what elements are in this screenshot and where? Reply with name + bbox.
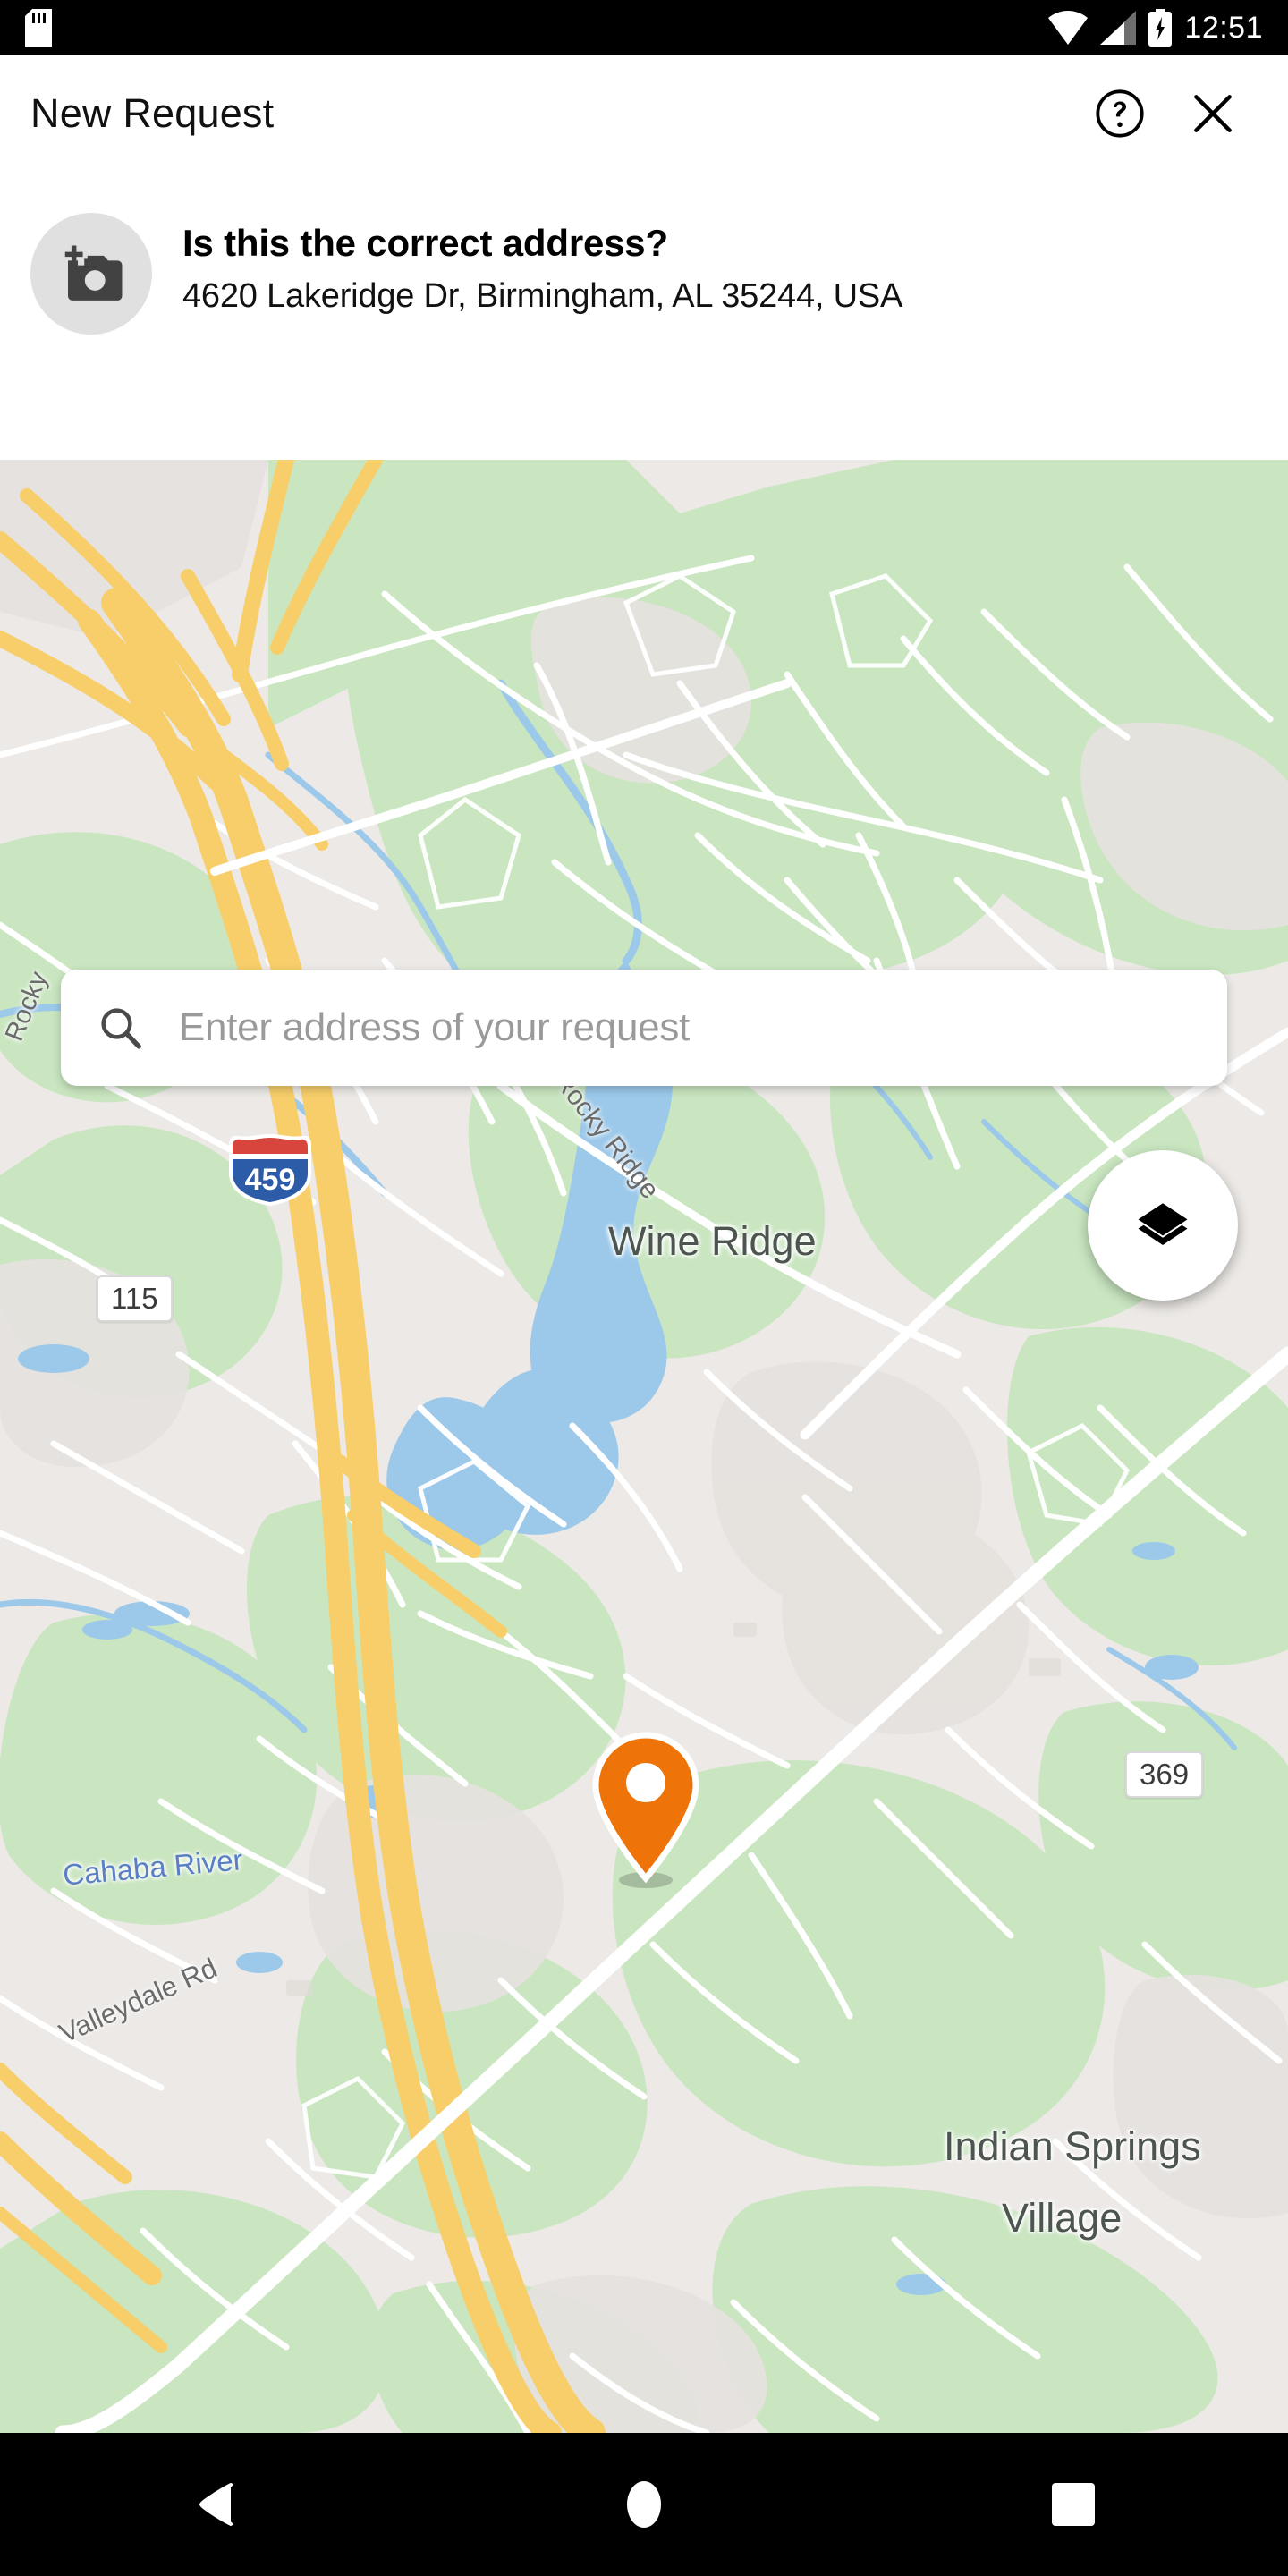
app-bar-actions	[1091, 85, 1258, 142]
app-bar: New Request	[0, 55, 1288, 172]
route-shield-115: 115	[97, 1275, 173, 1322]
nav-recents-button[interactable]	[993, 2433, 1154, 2576]
address-confirmation-header: Is this the correct address? 4620 Lakeri…	[0, 172, 1288, 460]
map-view[interactable]: Wine Ridge Indian Springs Village Cahaba…	[0, 460, 1288, 2433]
route-shield-interstate-459: 459	[225, 1132, 315, 1208]
interstate-459-text: 459	[245, 1163, 296, 1197]
recents-square-icon	[1050, 2481, 1097, 2528]
map-layers-button[interactable]	[1088, 1150, 1238, 1301]
battery-charging-icon	[1148, 9, 1173, 47]
nav-back-button[interactable]	[134, 2433, 295, 2576]
page-title: New Request	[30, 90, 275, 136]
status-bar-right-icons: 12:51	[1048, 9, 1263, 47]
status-bar-left-icons	[25, 9, 52, 47]
map-pin-marker[interactable]	[588, 1730, 704, 1891]
map-layers-icon	[1133, 1196, 1192, 1255]
address-value: 4620 Lakeridge Dr, Birmingham, AL 35244,…	[182, 277, 903, 316]
close-icon	[1188, 89, 1238, 139]
search-input[interactable]: Enter address of your request	[179, 1005, 690, 1050]
close-button[interactable]	[1184, 85, 1241, 142]
home-circle-icon	[620, 2479, 668, 2530]
add-photo-button[interactable]	[30, 213, 152, 335]
search-icon	[97, 1004, 145, 1052]
address-text-block: Is this the correct address? 4620 Lakeri…	[182, 213, 902, 317]
map-label-wine-ridge: Wine Ridge	[608, 1218, 817, 1264]
status-bar: 12:51	[0, 0, 1288, 55]
help-circle-icon	[1094, 88, 1146, 140]
map-label-village: Village	[1002, 2195, 1123, 2241]
cell-signal-icon	[1100, 11, 1137, 45]
android-navigation-bar	[0, 2433, 1288, 2576]
app-screen: 12:51 New Request Is this the correct ad…	[0, 0, 1288, 2576]
route-shield-369: 369	[1125, 1751, 1204, 1798]
add-a-photo-icon	[56, 239, 126, 309]
sd-card-icon	[25, 9, 52, 47]
map-label-indian-springs: Indian Springs	[944, 2123, 1201, 2169]
address-question: Is this the correct address?	[182, 222, 668, 264]
help-button[interactable]	[1091, 85, 1148, 142]
back-triangle-icon	[191, 2479, 238, 2529]
search-bar[interactable]: Enter address of your request	[61, 970, 1227, 1086]
nav-home-button[interactable]	[564, 2433, 724, 2576]
wifi-icon	[1048, 11, 1089, 45]
status-bar-clock: 12:51	[1184, 10, 1263, 45]
